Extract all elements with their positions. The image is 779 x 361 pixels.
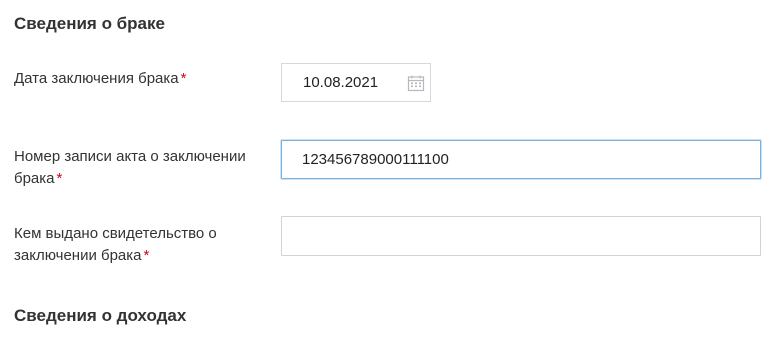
marriage-date-value: 10.08.2021 — [303, 74, 379, 91]
marriage-date-field[interactable]: 10.08.2021 — [281, 63, 431, 102]
required-mark: * — [180, 70, 187, 87]
marriage-date-label: Дата заключения брака * — [14, 68, 269, 90]
issued-by-label-line1: Кем выдано свидетельство о — [14, 225, 217, 242]
income-section-title: Сведения о доходах — [14, 306, 187, 325]
record-number-label: Номер записи акта о заключении брака * — [14, 146, 269, 190]
marriage-section-title: Сведения о браке — [14, 14, 165, 33]
required-mark: * — [143, 247, 150, 264]
issued-by-label-line2: заключении брака — [14, 247, 142, 264]
required-mark: * — [56, 170, 63, 187]
record-number-label-line1: Номер записи акта о заключении — [14, 148, 246, 165]
marriage-date-label-text: Дата заключения брака — [14, 70, 179, 87]
issued-by-input[interactable] — [281, 216, 761, 256]
issued-by-label: Кем выдано свидетельство о заключении бр… — [14, 223, 269, 267]
calendar-icon[interactable] — [407, 74, 425, 92]
record-number-label-line2: брака — [14, 170, 55, 187]
record-number-input[interactable] — [281, 140, 761, 179]
